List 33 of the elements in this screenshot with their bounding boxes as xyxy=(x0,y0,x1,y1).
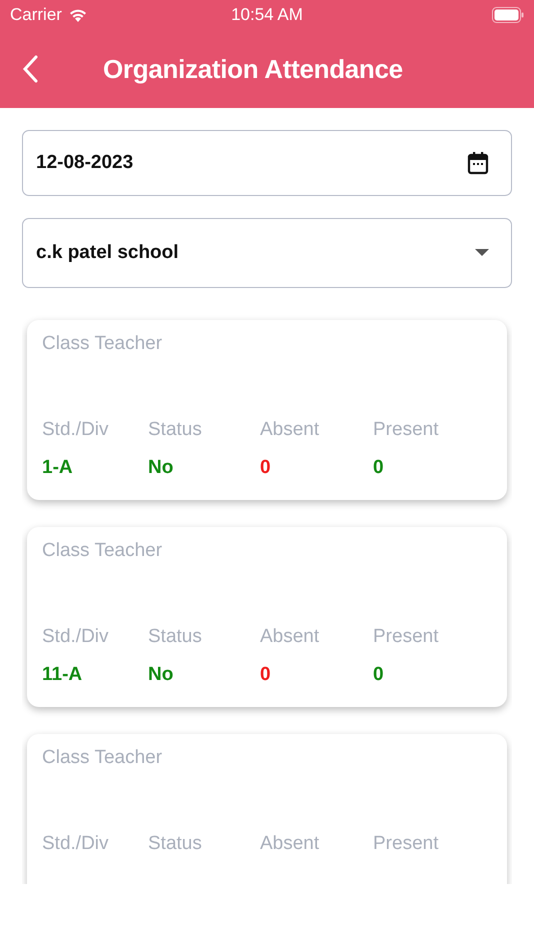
column-label: Std./Div xyxy=(42,833,110,855)
column-label: Absent xyxy=(260,626,320,648)
column-label: Present xyxy=(373,833,440,855)
clock-time: 10:54 AM xyxy=(231,5,303,25)
screen-title: Organization Attendance xyxy=(103,54,403,84)
column-value: 11-A xyxy=(42,664,84,686)
column-label: Present xyxy=(373,626,440,648)
column-value: 0 xyxy=(373,664,385,686)
column-label: Std./Div xyxy=(42,626,110,648)
column-value: 0 xyxy=(373,457,385,479)
column-label: Status xyxy=(148,626,203,648)
column-label: Status xyxy=(148,833,203,855)
battery-icon xyxy=(492,7,524,23)
card-title: Class Teacher xyxy=(42,333,164,355)
card-title: Class Teacher xyxy=(42,747,164,769)
column-label: Status xyxy=(148,419,203,441)
column-value: No xyxy=(148,457,174,479)
column-label: Absent xyxy=(260,833,320,855)
column-value: 0 xyxy=(260,457,272,479)
caret-icon xyxy=(475,249,489,257)
calendar-icon xyxy=(467,151,489,175)
column-label: Present xyxy=(373,419,440,441)
wifi-icon xyxy=(68,8,88,22)
column-value: 0 xyxy=(260,664,272,686)
column-value: 1-A xyxy=(42,457,74,479)
carrier-label: Carrier xyxy=(10,5,62,25)
school-dropdown[interactable]: c.k patel school xyxy=(22,218,512,288)
date-field[interactable]: 12-08-2023 xyxy=(22,130,512,196)
back-button[interactable] xyxy=(22,54,40,84)
column-value: No xyxy=(148,664,174,686)
column-label: Absent xyxy=(260,419,320,441)
column-label: Std./Div xyxy=(42,419,110,441)
card-title: Class Teacher xyxy=(42,540,164,562)
